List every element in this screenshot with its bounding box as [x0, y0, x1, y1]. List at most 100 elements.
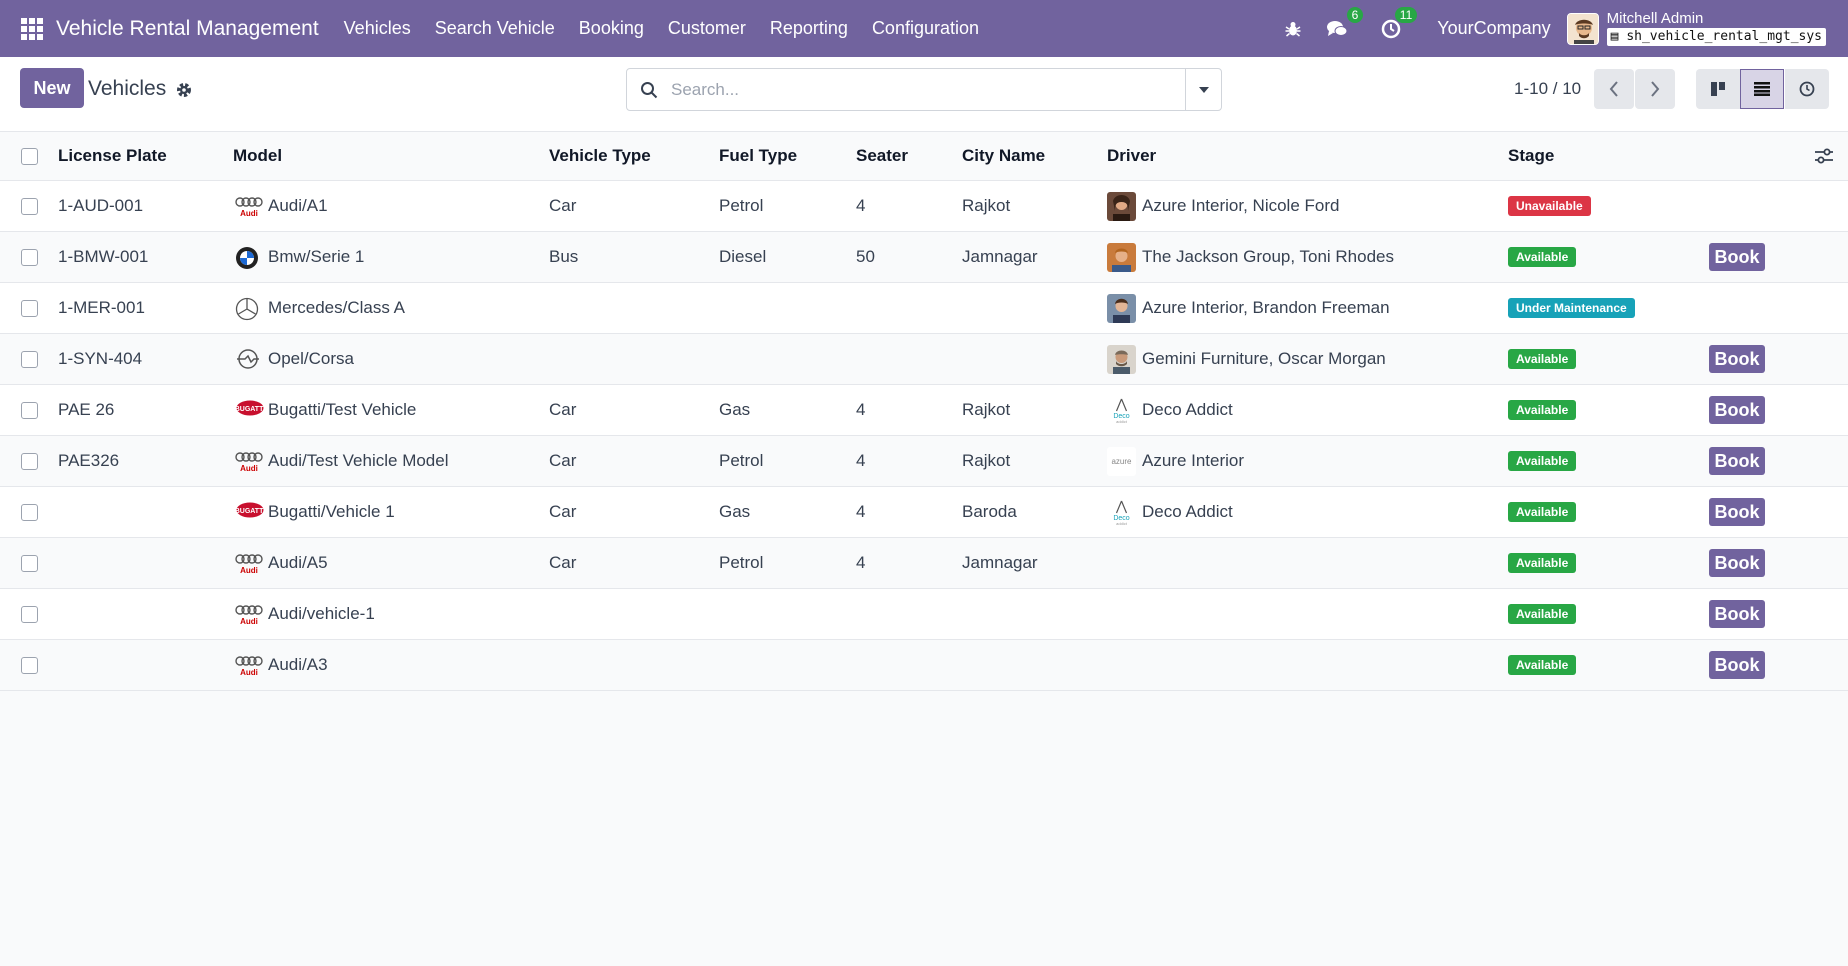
row-checkbox[interactable] — [21, 198, 38, 215]
driver-cell: Azure Interior, Nicole Ford — [1142, 196, 1340, 215]
table-row[interactable]: Audi Audi/A3 Available Book — [0, 640, 1848, 691]
table-row[interactable]: Audi Audi/vehicle-1 Available Book — [0, 589, 1848, 640]
stage-badge: Unavailable — [1508, 196, 1591, 216]
model-cell: Bugatti/Vehicle 1 — [268, 502, 395, 521]
column-seater[interactable]: Seater — [856, 146, 908, 166]
table-row[interactable]: 1-AUD-001 Audi Audi/A1 Car Petrol 4 Rajkot Azur… — [0, 181, 1848, 232]
city-name-cell: Jamnagar — [962, 553, 1038, 572]
table-row[interactable]: PAE326 Audi Audi/Test Vehicle Model Car Petr… — [0, 436, 1848, 487]
row-checkbox[interactable] — [21, 504, 38, 521]
new-button[interactable]: New — [20, 68, 84, 108]
row-checkbox[interactable] — [21, 402, 38, 419]
user-avatar[interactable] — [1566, 12, 1599, 45]
table-row[interactable]: Audi Audi/A5 Car Petrol 4 Jamnagar Available Bo… — [0, 538, 1848, 589]
book-button[interactable]: Book — [1709, 447, 1765, 475]
pager-next-button[interactable] — [1635, 69, 1675, 109]
pager-previous-button[interactable] — [1594, 69, 1634, 109]
messages-icon[interactable]: 6 — [1325, 6, 1364, 41]
row-checkbox[interactable] — [21, 249, 38, 266]
book-button[interactable]: Book — [1709, 498, 1765, 526]
activities-count-badge: 11 — [1394, 6, 1418, 23]
row-checkbox[interactable] — [21, 300, 38, 317]
row-checkbox[interactable] — [21, 657, 38, 674]
select-all-checkbox[interactable] — [21, 148, 38, 165]
book-button[interactable]: Book — [1709, 651, 1765, 679]
license-plate-cell: 1-BMW-001 — [58, 247, 149, 266]
column-driver[interactable]: Driver — [1107, 146, 1156, 166]
user-menu[interactable]: Mitchell Admin ▤ sh_vehicle_rental_mgt_s… — [1606, 11, 1826, 46]
fuel-type-cell: Petrol — [719, 196, 764, 215]
table-row[interactable]: 1-MER-001 Mercedes/Class A Azure Interior,… — [0, 283, 1848, 334]
fuel-type-cell: Gas — [719, 502, 751, 521]
driver-avatar: azure — [1107, 447, 1136, 476]
vehicle-type-cell: Car — [549, 502, 577, 521]
license-plate-cell: PAE 26 — [58, 400, 115, 419]
table-row[interactable]: 1-BMW-001 Bmw/Serie 1 Bus Diesel 50 Jamnagar T… — [0, 232, 1848, 283]
pager-value[interactable]: 1-10 / 10 — [1514, 79, 1581, 99]
stage-badge: Available — [1508, 400, 1577, 420]
model-cell: Bmw/Serie 1 — [268, 247, 365, 266]
gear-icon[interactable] — [175, 81, 193, 99]
column-settings-icon[interactable] — [1814, 147, 1834, 165]
menu-search-vehicle[interactable]: Search Vehicle — [423, 0, 567, 57]
stage-badge: Available — [1508, 451, 1577, 471]
search-icon — [627, 69, 671, 110]
search-dropdown-toggle[interactable] — [1185, 69, 1221, 110]
company-switcher[interactable]: YourCompany — [1437, 18, 1550, 39]
debug-bug-icon[interactable] — [1281, 17, 1305, 41]
license-plate-cell: 1-MER-001 — [58, 298, 145, 317]
book-button[interactable]: Book — [1709, 243, 1765, 271]
column-city-name[interactable]: City Name — [962, 146, 1045, 166]
clock-icon — [1799, 81, 1815, 97]
model-cell: Audi/vehicle-1 — [268, 604, 375, 623]
table-row[interactable]: PAE 26 BUGATTI Bugatti/Test Vehicle Car Gas 4… — [0, 385, 1848, 436]
driver-cell: Deco Addict — [1142, 502, 1233, 521]
column-stage[interactable]: Stage — [1508, 146, 1554, 166]
kanban-icon — [1711, 82, 1725, 96]
model-cell: Audi/Test Vehicle Model — [268, 451, 449, 470]
model-cell: Opel/Corsa — [268, 349, 354, 368]
table-row[interactable]: 1-SYN-404 Opel/Corsa Gemini Furniture, Osc… — [0, 334, 1848, 385]
svg-text:Audi: Audi — [240, 668, 258, 676]
driver-avatar — [1107, 243, 1136, 272]
menu-booking[interactable]: Booking — [567, 0, 656, 57]
seater-cell: 4 — [856, 502, 866, 521]
row-checkbox[interactable] — [21, 453, 38, 470]
menu-configuration[interactable]: Configuration — [860, 0, 991, 57]
stage-badge: Available — [1508, 604, 1577, 624]
activity-view-button[interactable] — [1785, 69, 1829, 109]
stage-badge: Available — [1508, 349, 1577, 369]
city-name-cell: Rajkot — [962, 451, 1011, 470]
table-row[interactable]: BUGATTI Bugatti/Vehicle 1 Car Gas 4 Baroda Dec… — [0, 487, 1848, 538]
kanban-view-button[interactable] — [1696, 69, 1740, 109]
column-fuel-type[interactable]: Fuel Type — [719, 146, 797, 166]
menu-customer[interactable]: Customer — [656, 0, 758, 57]
seater-cell: 4 — [856, 400, 866, 419]
column-model[interactable]: Model — [233, 146, 282, 166]
vehicle-type-cell: Car — [549, 196, 577, 215]
app-title[interactable]: Vehicle Rental Management — [56, 17, 319, 41]
book-button[interactable]: Book — [1709, 345, 1765, 373]
row-checkbox[interactable] — [21, 555, 38, 572]
book-button[interactable]: Book — [1709, 549, 1765, 577]
column-vehicle-type[interactable]: Vehicle Type — [549, 146, 651, 166]
driver-cell: Deco Addict — [1142, 400, 1233, 419]
navbar-systray: 6 11 YourCompany Mitchell Admin ▤ sh_veh… — [1261, 0, 1826, 57]
book-button[interactable]: Book — [1709, 600, 1765, 628]
apps-menu-icon[interactable] — [21, 17, 43, 40]
driver-cell: Azure Interior — [1142, 451, 1245, 470]
column-license-plate[interactable]: License Plate — [58, 146, 167, 166]
book-button[interactable]: Book — [1709, 396, 1765, 424]
search-input[interactable] — [671, 70, 1185, 109]
chevron-right-icon — [1651, 81, 1660, 97]
menu-vehicles[interactable]: Vehicles — [332, 0, 423, 57]
list-view-button[interactable] — [1740, 69, 1784, 109]
audi-logo-icon: Audi — [235, 603, 263, 626]
svg-text:Audi: Audi — [240, 566, 258, 574]
menu-reporting[interactable]: Reporting — [758, 0, 860, 57]
control-panel: New Vehicles 1-10 / 10 — [0, 57, 1848, 132]
license-plate-cell: PAE326 — [58, 451, 120, 470]
row-checkbox[interactable] — [21, 351, 38, 368]
activities-clock-icon[interactable]: 11 — [1379, 6, 1418, 41]
row-checkbox[interactable] — [21, 606, 38, 623]
